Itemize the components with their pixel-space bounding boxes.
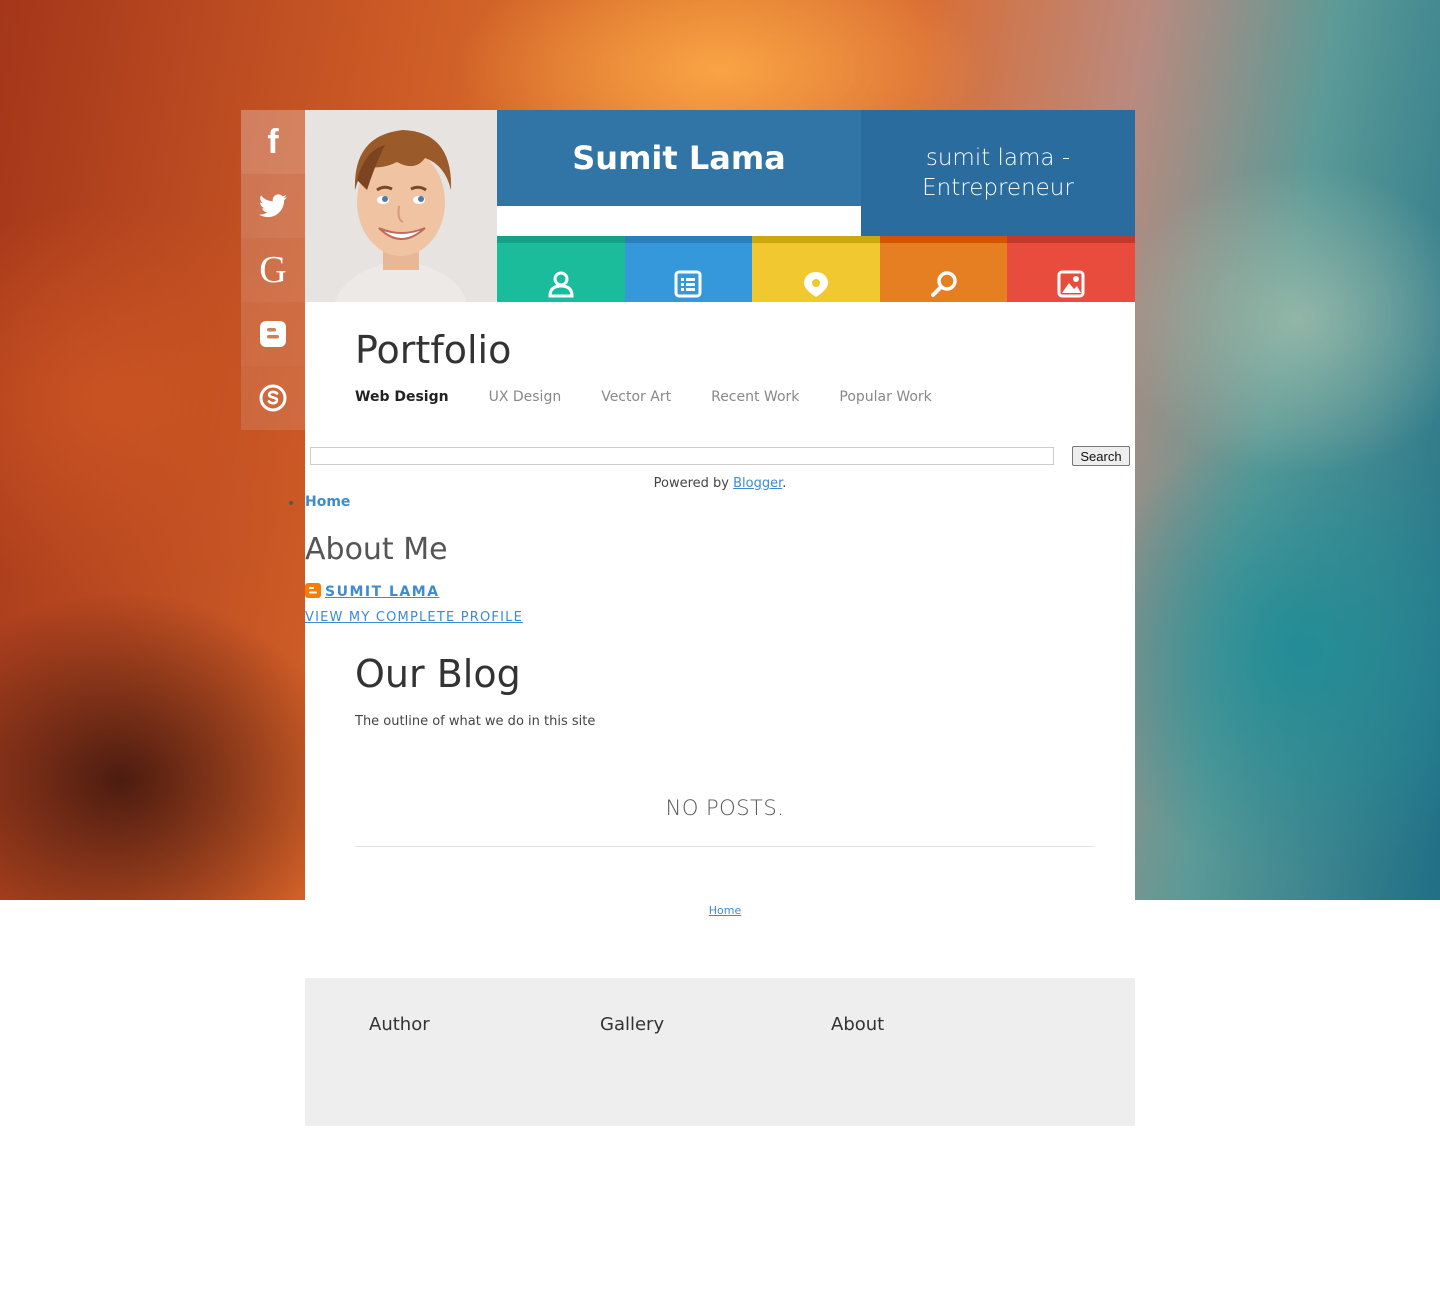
tile-location[interactable]: [752, 236, 880, 302]
footer-column-author: Author: [369, 1014, 430, 1035]
search-icon: [930, 271, 957, 297]
user-icon: [548, 271, 574, 298]
search-button[interactable]: Search: [1072, 446, 1130, 466]
google-icon[interactable]: G: [241, 238, 305, 302]
blog-description-box: sumit lama - Entrepreneur: [861, 110, 1135, 236]
search-input[interactable]: [310, 447, 1054, 465]
nav-ux-design[interactable]: UX Design: [489, 389, 562, 405]
nav-vector-art[interactable]: Vector Art: [601, 389, 671, 405]
list-bullet: •: [287, 496, 296, 512]
tile-search[interactable]: [879, 236, 1008, 302]
blogger-link[interactable]: Blogger: [733, 476, 782, 491]
no-posts-message: NO POSTS.: [665, 796, 785, 820]
footer-home-link[interactable]: Home: [0, 904, 1440, 917]
blog-description: sumit lama - Entrepreneur: [922, 145, 1074, 201]
blog-title[interactable]: Sumit Lama: [572, 139, 786, 177]
list-icon: [674, 270, 702, 298]
blogger-icon[interactable]: [241, 302, 305, 366]
footer: Author Gallery About: [305, 978, 1135, 1126]
menu-tiles: [497, 236, 1135, 302]
nav-recent-work[interactable]: Recent Work: [711, 389, 799, 405]
search-widget: Search: [310, 446, 1130, 467]
profile-name-link[interactable]: SUMIT LAMA: [325, 584, 440, 600]
blogger-profile-icon: [305, 583, 321, 598]
about-title: About Me: [305, 532, 448, 567]
page-link-home[interactable]: Home: [305, 494, 350, 510]
tile-about[interactable]: [497, 236, 625, 302]
portfolio-title: Portfolio: [355, 328, 512, 372]
location-icon: [803, 272, 828, 297]
tile-gallery[interactable]: [1007, 236, 1135, 302]
skype-icon[interactable]: [241, 366, 305, 430]
main-content: Portfolio Web Design UX Design Vector Ar…: [287, 302, 1135, 900]
nav-web-design[interactable]: Web Design: [355, 389, 449, 405]
tile-list[interactable]: [624, 236, 753, 302]
avatar: [305, 110, 497, 302]
social-sidebar: f G: [241, 110, 305, 430]
powered-suffix: .: [782, 476, 787, 491]
facebook-icon[interactable]: f: [241, 110, 305, 174]
divider: [355, 846, 1095, 847]
nav-popular-work[interactable]: Popular Work: [839, 389, 931, 405]
powered-prefix: Powered by: [653, 476, 734, 491]
blog-section-title: Our Blog: [355, 652, 521, 696]
portfolio-nav: Web Design UX Design Vector Art Recent W…: [355, 389, 932, 405]
image-icon: [1057, 270, 1085, 298]
powered-by: Powered by Blogger.: [305, 476, 1135, 491]
footer-column-gallery: Gallery: [600, 1014, 665, 1035]
twitter-icon[interactable]: [241, 174, 305, 238]
blog-title-box: Sumit Lama: [497, 110, 861, 206]
header-strip: [497, 206, 861, 236]
footer-column-about: About: [831, 1014, 885, 1035]
view-profile-link[interactable]: VIEW MY COMPLETE PROFILE: [305, 610, 523, 625]
blog-section-subtitle: The outline of what we do in this site: [355, 714, 596, 729]
header: Sumit Lama sumit lama - Entrepreneur: [305, 110, 1135, 302]
